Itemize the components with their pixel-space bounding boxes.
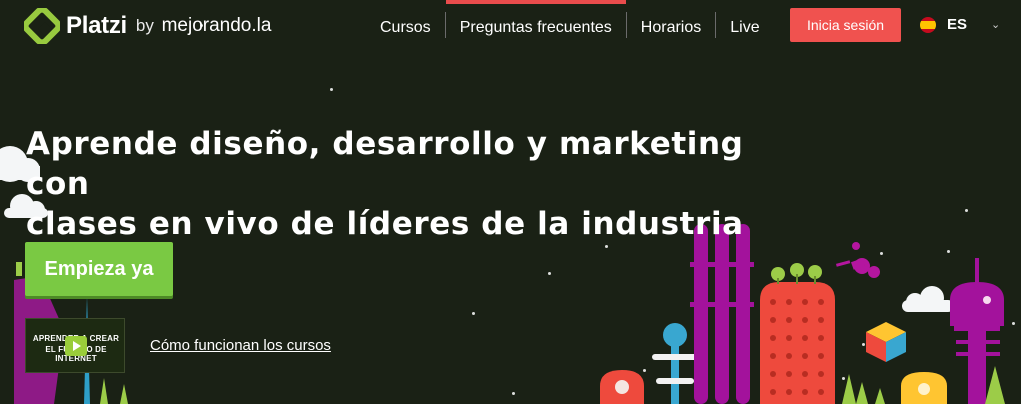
red-dome <box>600 370 644 404</box>
nav-item-horarios[interactable]: Horarios <box>627 12 717 38</box>
main-nav: Cursos Preguntas frecuentes Horarios Liv… <box>366 0 774 38</box>
nav-item-cursos[interactable]: Cursos <box>366 12 446 38</box>
teal-tower <box>652 323 698 404</box>
nav-item-preguntas-frecuentes[interactable]: Preguntas frecuentes <box>445 0 627 38</box>
brand-partner: mejorando.la <box>161 15 272 36</box>
rooftop-bushes <box>771 263 822 284</box>
brand-byline: by mejorando.la <box>136 15 272 37</box>
spain-flag-icon <box>920 16 936 33</box>
how-courses-work-link[interactable]: Cómo funcionan los cursos <box>150 337 331 354</box>
yellow-building <box>901 372 947 404</box>
intro-video-thumbnail[interactable]: APRENDER A CREAR EL FUTURO DE INTERNET <box>25 318 125 373</box>
brand-name: Platzi <box>66 12 127 39</box>
left-tree <box>16 262 22 276</box>
astronaut <box>835 242 880 278</box>
cloud-right <box>902 286 954 312</box>
platzi-logo[interactable]: Platzi by mejorando.la <box>24 8 271 44</box>
hero-headline-line2: clases en vivo de líderes de la industri… <box>26 206 744 242</box>
hero-headline: Aprende diseño, desarrollo y marketing c… <box>26 124 786 244</box>
login-button[interactable]: Inicia sesión <box>790 8 901 42</box>
red-building <box>760 282 835 404</box>
hero-headline-line1: Aprende diseño, desarrollo y marketing c… <box>26 126 744 202</box>
magenta-tubes <box>690 224 754 404</box>
language-selector[interactable]: ES ⌄ <box>920 16 1000 33</box>
nav-item-live[interactable]: Live <box>716 12 773 38</box>
language-code: ES <box>947 16 968 33</box>
platzi-logo-icon <box>24 8 60 44</box>
start-now-button[interactable]: Empieza ya <box>25 242 173 296</box>
cube <box>866 322 906 362</box>
play-icon[interactable] <box>65 336 87 356</box>
chevron-down-icon: ⌄ <box>991 18 1001 31</box>
brand-by: by <box>135 16 154 35</box>
top-navbar: Platzi by mejorando.la Cursos Preguntas … <box>0 0 1021 56</box>
